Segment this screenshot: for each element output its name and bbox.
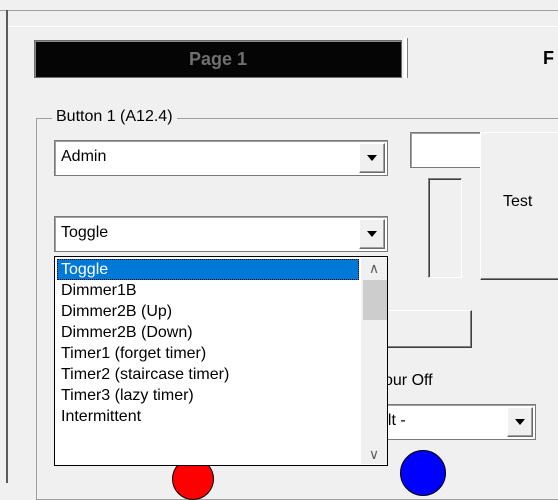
tab-page-2-label: F	[543, 47, 554, 68]
scroll-up-icon: ∧	[368, 260, 380, 276]
list-item[interactable]: Timer3 (lazy timer)	[57, 385, 359, 406]
tabbar-highlight	[8, 26, 558, 27]
list-item[interactable]: Dimmer2B (Up)	[57, 301, 359, 322]
mode-combo-value: Toggle	[61, 224, 109, 241]
tab-page-2[interactable]: F	[410, 40, 558, 76]
dropdown-arrow-icon	[367, 155, 377, 161]
level-indicator	[428, 178, 462, 278]
mode-combo-dropdown-button[interactable]	[359, 219, 385, 249]
list-item[interactable]: Dimmer2B (Down)	[57, 322, 359, 343]
scrollbar-thumb[interactable]	[363, 280, 387, 320]
scroll-up-button[interactable]: ∧	[361, 258, 387, 278]
tab-divider	[404, 38, 408, 78]
list-item[interactable]: Toggle	[57, 259, 359, 280]
list-item[interactable]	[57, 427, 359, 448]
mode-dropdown-list[interactable]: Toggle Dimmer1B Dimmer2B (Up) Dimmer2B (…	[54, 256, 388, 466]
window-top-edge	[0, 0, 558, 11]
user-combo-dropdown-button[interactable]	[359, 143, 385, 173]
list-item[interactable]: Timer1 (forget timer)	[57, 343, 359, 364]
colour-button[interactable]	[376, 310, 472, 348]
scroll-down-button[interactable]: ∨	[361, 444, 387, 464]
mode-combo[interactable]: Toggle	[54, 216, 388, 252]
list-scrollbar[interactable]: ∧ ∨	[361, 258, 387, 464]
test-button[interactable]: Test	[480, 132, 558, 280]
colour-combo[interactable]: ult -	[374, 404, 536, 440]
window-left-edge	[6, 10, 8, 483]
colour-off-label: our Off	[384, 372, 433, 389]
list-item[interactable]: Timer2 (staircase timer)	[57, 364, 359, 385]
scroll-down-icon: ∨	[368, 446, 380, 462]
status-indicator-blue	[400, 450, 446, 496]
tab-page-1[interactable]: Page 1	[34, 40, 402, 78]
dropdown-arrow-icon	[367, 231, 377, 237]
user-combo[interactable]: Admin	[54, 140, 388, 176]
list-item[interactable]: Intermittent	[57, 406, 359, 427]
group-title: Button 1 (A12.4)	[52, 108, 177, 126]
list-item[interactable]: Dimmer1B	[57, 280, 359, 301]
tab-page-1-label: Page 1	[188, 48, 248, 69]
user-combo-value: Admin	[61, 148, 107, 165]
dropdown-arrow-icon	[515, 419, 525, 425]
test-button-label: Test	[503, 193, 533, 210]
colour-combo-dropdown-button[interactable]	[507, 407, 533, 437]
value-field[interactable]	[410, 132, 490, 168]
